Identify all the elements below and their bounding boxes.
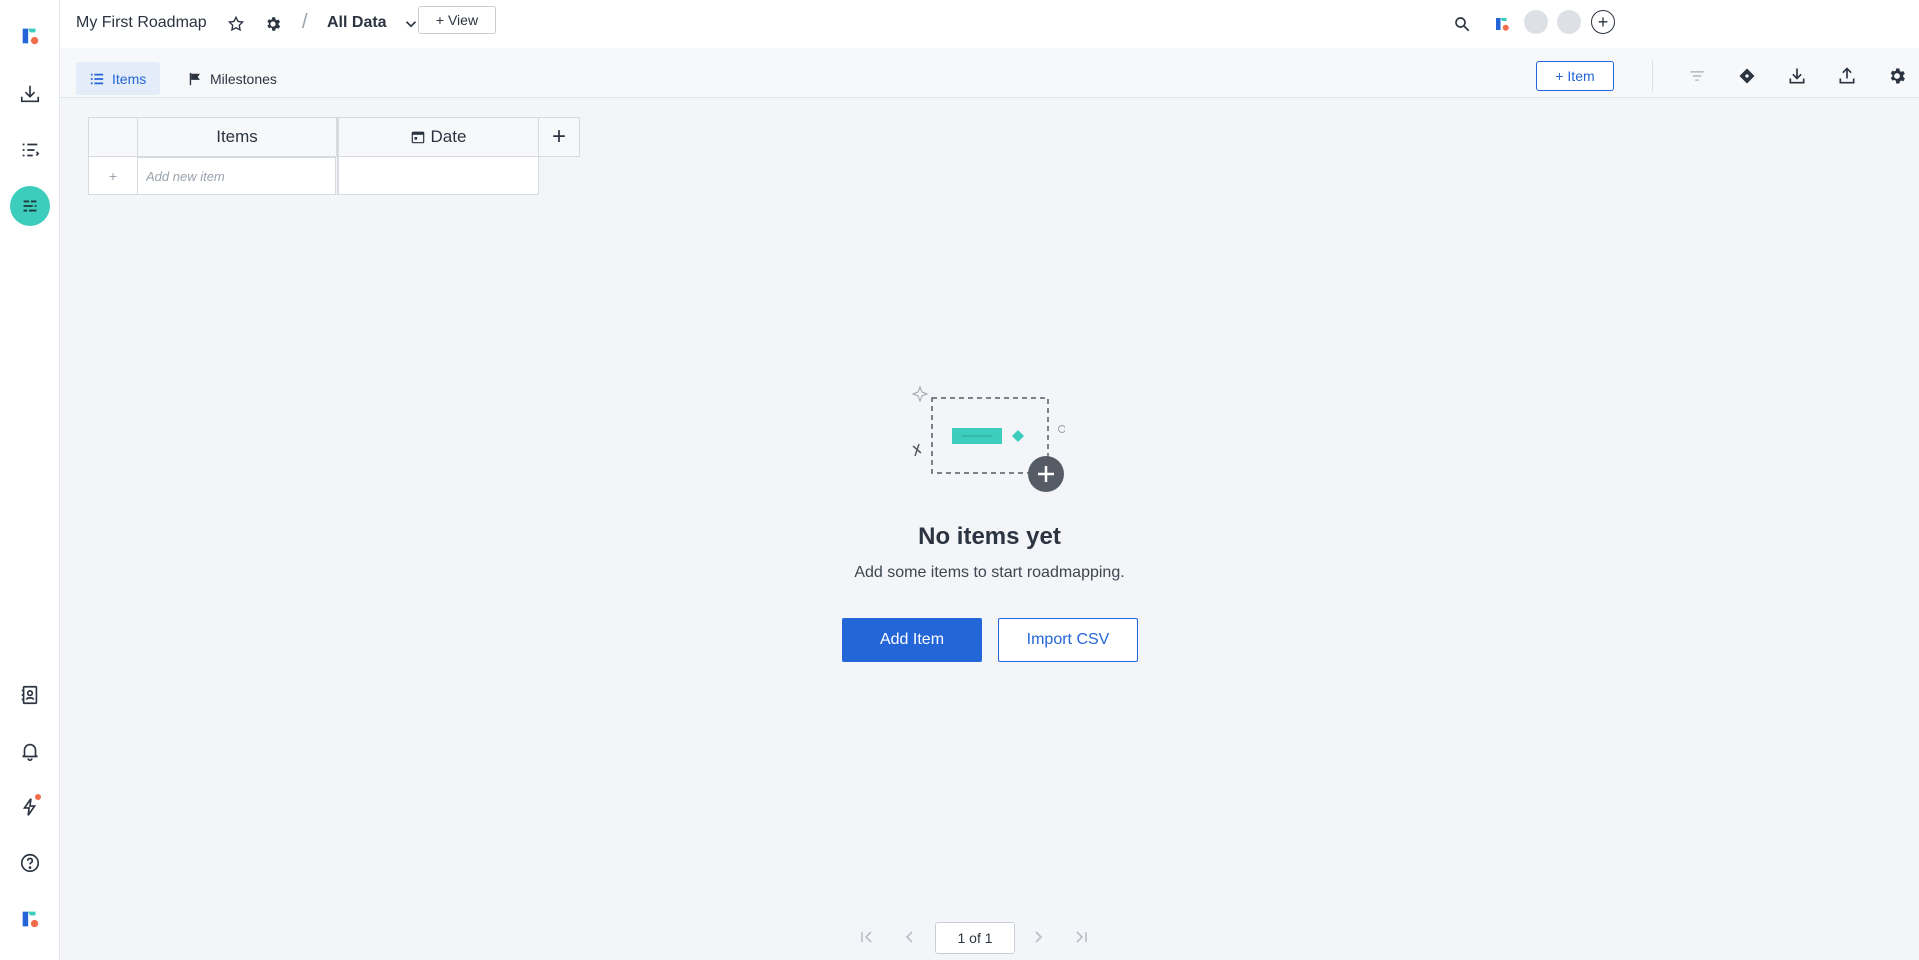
contacts-icon[interactable]	[10, 675, 50, 715]
column-header-date[interactable]: Date	[337, 117, 539, 157]
flag-icon	[189, 72, 200, 85]
last-page-icon[interactable]	[1069, 925, 1093, 949]
tab-items[interactable]: Items	[76, 62, 161, 95]
view-selector[interactable]: All Data	[327, 14, 387, 32]
roadmap-settings-gear-icon[interactable]	[261, 12, 285, 36]
bell-icon[interactable]	[10, 731, 50, 771]
add-member-button[interactable]: +	[1591, 10, 1615, 34]
roadmap-title[interactable]: My First Roadmap	[76, 14, 207, 32]
avatar[interactable]	[1524, 10, 1548, 34]
page-indicator[interactable]: 1 of 1	[935, 922, 1015, 954]
list-icon[interactable]	[10, 130, 50, 170]
add-row-button[interactable]: +	[88, 156, 138, 195]
workspace-logo-icon[interactable]	[1490, 12, 1514, 36]
tab-milestones-label: Milestones	[210, 70, 277, 87]
empty-state-subtitle: Add some items to start roadmapping.	[854, 564, 1125, 581]
new-item-date-cell[interactable]	[337, 156, 539, 195]
new-item-input[interactable]	[137, 157, 336, 195]
download-icon[interactable]	[1785, 64, 1809, 88]
empty-state-title: No items yet	[918, 523, 1061, 550]
toolbar-divider	[1652, 60, 1653, 92]
plus-icon: +	[108, 167, 118, 184]
import-csv-button[interactable]: Import CSV	[998, 618, 1138, 662]
star-icon[interactable]	[224, 12, 248, 36]
tab-milestones[interactable]: Milestones	[174, 62, 291, 95]
add-item-primary-button[interactable]: Add Item	[842, 618, 982, 662]
view-toolbar: Items Milestones + Item	[60, 48, 1919, 98]
lightning-icon[interactable]	[10, 787, 50, 827]
first-page-icon[interactable]	[855, 925, 879, 949]
add-column-button[interactable]: +	[538, 117, 580, 157]
row-header-corner	[88, 117, 138, 157]
breadcrumb-separator: /	[302, 11, 308, 33]
column-header-label: Items	[216, 127, 258, 146]
upload-icon[interactable]	[1835, 64, 1859, 88]
list-icon	[90, 73, 104, 84]
milestone-diamond-icon[interactable]	[1735, 64, 1759, 88]
calendar-icon	[411, 131, 424, 144]
new-view-button[interactable]: + View	[418, 6, 496, 34]
search-icon[interactable]	[1450, 12, 1474, 36]
filter-icon[interactable]	[1685, 64, 1709, 88]
view-settings-gear-icon[interactable]	[1885, 64, 1909, 88]
next-page-icon[interactable]	[1026, 925, 1050, 949]
top-bar: My First Roadmap / All Data + View +	[60, 0, 1919, 48]
left-navigation-rail	[0, 0, 60, 960]
account-logo-icon[interactable]	[10, 899, 50, 939]
view-name-label: All Data	[327, 14, 387, 31]
previous-page-icon[interactable]	[898, 925, 922, 949]
tab-items-label: Items	[112, 70, 147, 87]
empty-roadmap-illustration	[911, 385, 1065, 492]
column-header-label: Date	[430, 127, 467, 146]
notification-dot	[35, 794, 41, 800]
roadmunk-logo-icon[interactable]	[10, 16, 50, 56]
roadmap-icon[interactable]	[10, 186, 50, 226]
help-icon[interactable]	[10, 843, 50, 883]
avatar[interactable]	[1557, 10, 1581, 34]
column-header-items[interactable]: Items	[137, 117, 337, 157]
add-item-button[interactable]: + Item	[1536, 61, 1614, 91]
inbox-download-icon[interactable]	[10, 74, 50, 114]
